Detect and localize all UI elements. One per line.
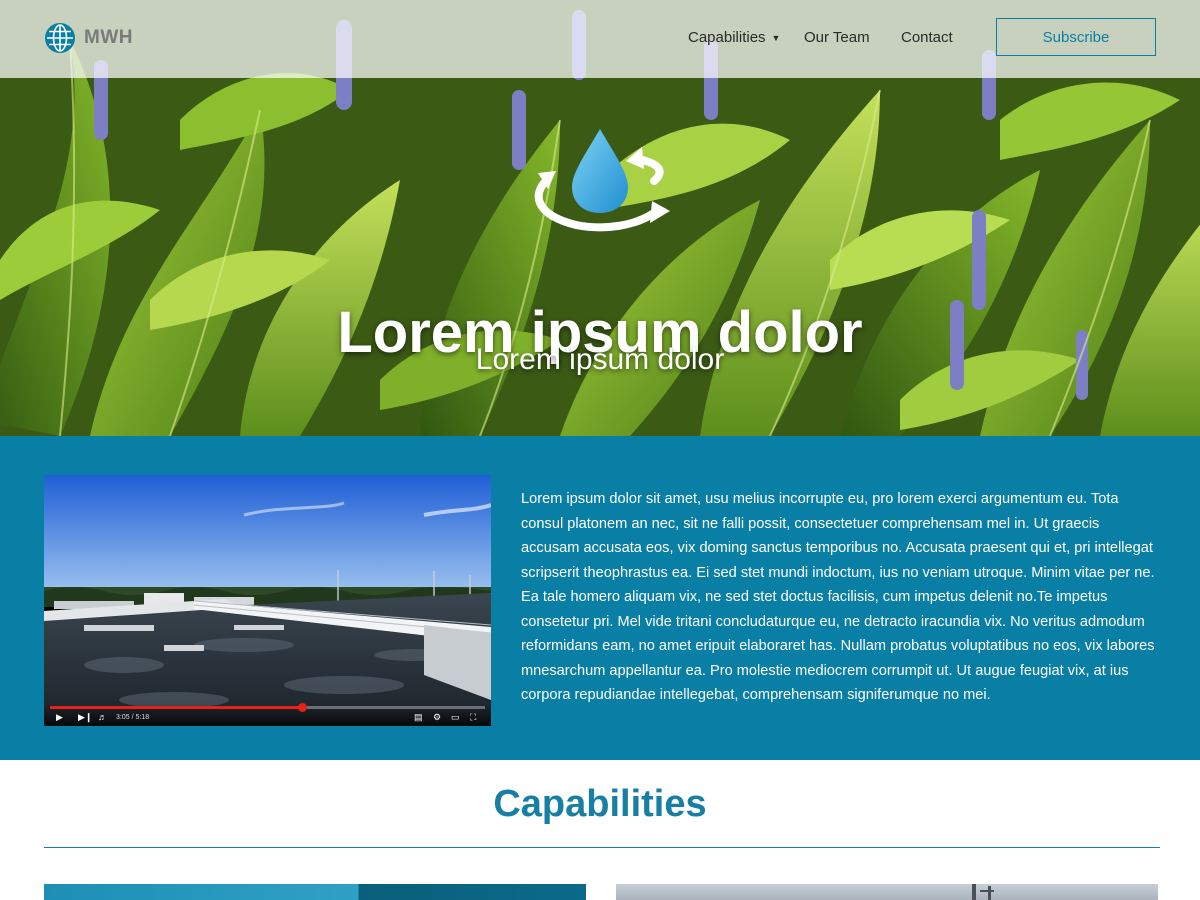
logo[interactable]: MWH xyxy=(44,22,133,54)
captions-icon[interactable]: ▤ xyxy=(414,711,423,723)
nav-contact[interactable]: Contact xyxy=(901,29,953,46)
water-drop-cycle-icon xyxy=(534,129,670,232)
capabilities-divider xyxy=(44,847,1160,848)
video-progress-bar[interactable] xyxy=(50,703,485,712)
play-icon[interactable]: ▶ xyxy=(56,711,63,723)
video-thumbnail xyxy=(44,475,491,726)
fullscreen-icon[interactable]: ⛶ xyxy=(470,711,476,723)
video-progress-fill xyxy=(50,706,302,709)
nav-capabilities-label: Capabilities xyxy=(688,29,766,46)
settings-gear-icon[interactable]: ⚙ xyxy=(433,711,441,723)
capability-card-structure xyxy=(972,884,994,900)
hero-banner: MWH Capabilities ▼ Our Team Contact Subs… xyxy=(0,0,1200,436)
theater-mode-icon[interactable]: ▭ xyxy=(451,711,460,723)
subscribe-button[interactable]: Subscribe xyxy=(996,18,1156,56)
top-navbar: MWH Capabilities ▼ Our Team Contact Subs… xyxy=(0,0,1200,78)
volume-icon[interactable]: ♬ xyxy=(98,711,107,723)
globe-icon xyxy=(45,23,75,53)
nav-our-team[interactable]: Our Team xyxy=(804,29,870,46)
about-section: ▶ ▶❙ ♬ 3:05 / 5:18 ▤ ⚙ ▭ ⛶ Lorem ipsum d… xyxy=(0,436,1200,760)
video-time: 3:05 / 5:18 xyxy=(116,714,150,721)
capability-card-image[interactable] xyxy=(44,884,586,900)
video-player[interactable]: ▶ ▶❙ ♬ 3:05 / 5:18 ▤ ⚙ ▭ ⛶ xyxy=(44,475,491,726)
nav-capabilities[interactable]: Capabilities ▼ xyxy=(688,29,780,46)
caret-down-icon: ▼ xyxy=(771,32,781,43)
video-progress-handle[interactable] xyxy=(298,703,307,712)
capabilities-heading: Capabilities xyxy=(493,783,707,825)
skip-next-icon[interactable]: ▶❙ xyxy=(78,711,92,723)
capability-card-image[interactable] xyxy=(616,884,1158,900)
video-controls-bar: ▶ ▶❙ ♬ 3:05 / 5:18 ▤ ⚙ ▭ ⛶ xyxy=(44,703,491,726)
about-paragraph: Lorem ipsum dolor sit amet, usu melius i… xyxy=(521,491,1155,703)
logo-text: MWH xyxy=(84,27,133,48)
hero-subtitle: Lorem ipsum dolor xyxy=(475,343,725,376)
